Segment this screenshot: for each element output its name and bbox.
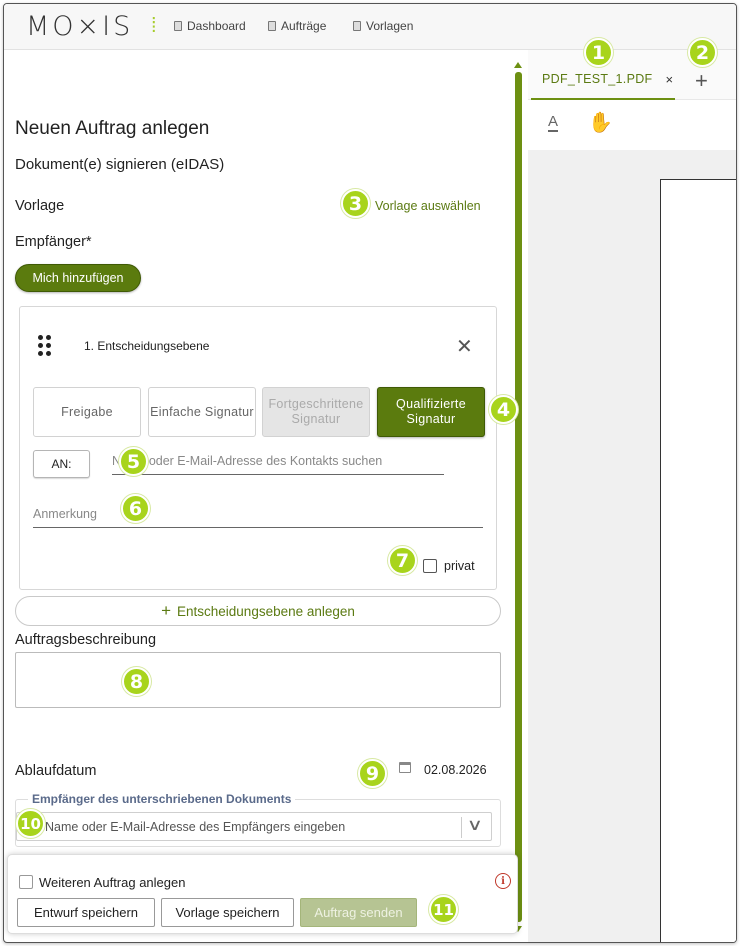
ablaufdatum-label: Ablaufdatum [15, 763, 97, 779]
an-button[interactable]: AN: [33, 450, 90, 478]
decision-level-title: 1. Entscheidungsebene [84, 339, 210, 353]
nav-vorlagen[interactable]: Vorlagen [353, 19, 413, 33]
entwurf-speichern-button[interactable]: Entwurf speichern [17, 898, 155, 927]
empfaenger-label: Empfänger* [15, 234, 92, 250]
nav-dashboard-label: Dashboard [187, 19, 246, 33]
logo-text: MO⨯IS [26, 11, 134, 42]
type-fortgeschrittene-signatur-button: Fortgeschrittene Signatur [262, 387, 370, 437]
nav-auftraege-label: Aufträge [281, 19, 327, 33]
select-divider [461, 817, 462, 838]
type-einfache-signatur-button[interactable]: Einfache Signatur [148, 387, 256, 437]
annotation-badge-10: 10 [16, 809, 45, 838]
add-decision-level-button[interactable]: + Entscheidungsebene anlegen [15, 596, 501, 626]
document-icon [174, 21, 182, 31]
order-form-panel: Neuen Auftrag anlegen Dokument(e) signie… [4, 50, 512, 942]
annotation-badge-3: 3 [341, 189, 370, 218]
privat-label: privat [444, 559, 475, 573]
scrollbar-thumb[interactable] [515, 72, 522, 922]
drag-handle-icon[interactable] [36, 335, 54, 359]
form-scrollbar[interactable] [514, 62, 522, 932]
scroll-up-icon[interactable] [514, 62, 522, 68]
weiteren-auftrag-label: Weiteren Auftrag anlegen [39, 875, 186, 890]
document-recipient-legend: Empfänger des unterschriebenen Dokuments [28, 792, 296, 806]
beschreibung-textarea[interactable] [15, 652, 501, 708]
annotation-badge-2: 2 [688, 38, 717, 67]
vorlage-speichern-button[interactable]: Vorlage speichern [161, 898, 294, 927]
chevron-down-icon[interactable]: ∨ [467, 815, 483, 835]
page-title: Neuen Auftrag anlegen [15, 118, 210, 139]
contact-search-input[interactable]: Name oder E-Mail-Adresse des Kontakts su… [112, 454, 444, 475]
decision-level-card: 1. Entscheidungsebene ✕ Freigabe Einfach… [19, 306, 497, 590]
nav-vorlagen-label: Vorlagen [366, 19, 414, 33]
beschreibung-label: Auftragsbeschreibung [15, 632, 157, 648]
hand-tool-icon[interactable]: ✋ [588, 110, 613, 135]
weiteren-auftrag-checkbox[interactable] [19, 875, 33, 889]
close-icon[interactable]: ✕ [456, 334, 473, 359]
annotation-badge-5: 5 [119, 447, 148, 476]
ablaufdatum-value[interactable]: 02.08.2026 [424, 763, 487, 777]
plus-icon: + [161, 601, 172, 620]
vorlage-auswaehlen-link[interactable]: Vorlage auswählen [375, 199, 481, 213]
document-recipient-fieldset: Empfänger des unterschriebenen Dokuments… [15, 792, 501, 847]
vorlage-label: Vorlage [15, 198, 65, 214]
annotation-badge-8: 8 [122, 667, 151, 696]
add-document-icon[interactable]: + [695, 68, 708, 94]
document-icon [268, 21, 276, 31]
calendar-icon[interactable] [399, 762, 411, 773]
annotation-badge-4: 4 [489, 395, 518, 424]
page-subtitle: Dokument(e) signieren (eIDAS) [15, 156, 225, 173]
auftrag-senden-button: Auftrag senden [300, 898, 417, 927]
annotation-badge-1: 1 [584, 38, 613, 67]
anmerkung-input[interactable]: Anmerkung [33, 507, 483, 528]
moxis-logo[interactable]: MO⨯IS ⁞ [26, 11, 157, 42]
mich-hinzufuegen-button[interactable]: Mich hinzufügen [15, 264, 141, 292]
text-tool-icon[interactable]: A [548, 114, 559, 132]
annotation-badge-7: 7 [388, 546, 417, 575]
logo-mark-icon: ⁞ [151, 13, 157, 37]
add-decision-level-label: Entscheidungsebene anlegen [177, 603, 355, 619]
app-window: MO⨯IS ⁞ Dashboard Aufträge Vorlagen Neue… [3, 3, 737, 943]
viewer-toolbar [528, 100, 736, 150]
close-tab-icon[interactable]: × [665, 72, 673, 87]
document-icon [353, 21, 361, 31]
privat-checkbox[interactable] [423, 559, 437, 573]
annotation-badge-6: 6 [121, 494, 150, 523]
nav-dashboard[interactable]: Dashboard [174, 19, 246, 33]
top-navigation: MO⨯IS ⁞ Dashboard Aufträge Vorlagen [4, 4, 736, 50]
pdf-page[interactable] [660, 179, 736, 942]
tab-label: PDF_TEST_1.PDF [542, 72, 653, 86]
type-qualifizierte-signatur-button[interactable]: Qualifizierte Signatur [377, 387, 485, 437]
info-icon[interactable]: i [495, 873, 511, 889]
nav-auftraege[interactable]: Aufträge [268, 19, 326, 33]
pdf-viewer: PDF_TEST_1.PDF × + A ✋ [528, 50, 736, 942]
document-recipient-placeholder: Name oder E-Mail-Adresse des Empfängers … [45, 820, 346, 834]
annotation-badge-11: 11 [429, 895, 458, 924]
type-freigabe-button[interactable]: Freigabe [33, 387, 141, 437]
document-recipient-select[interactable]: Name oder E-Mail-Adresse des Empfängers … [16, 812, 492, 841]
annotation-badge-9: 9 [358, 759, 387, 788]
